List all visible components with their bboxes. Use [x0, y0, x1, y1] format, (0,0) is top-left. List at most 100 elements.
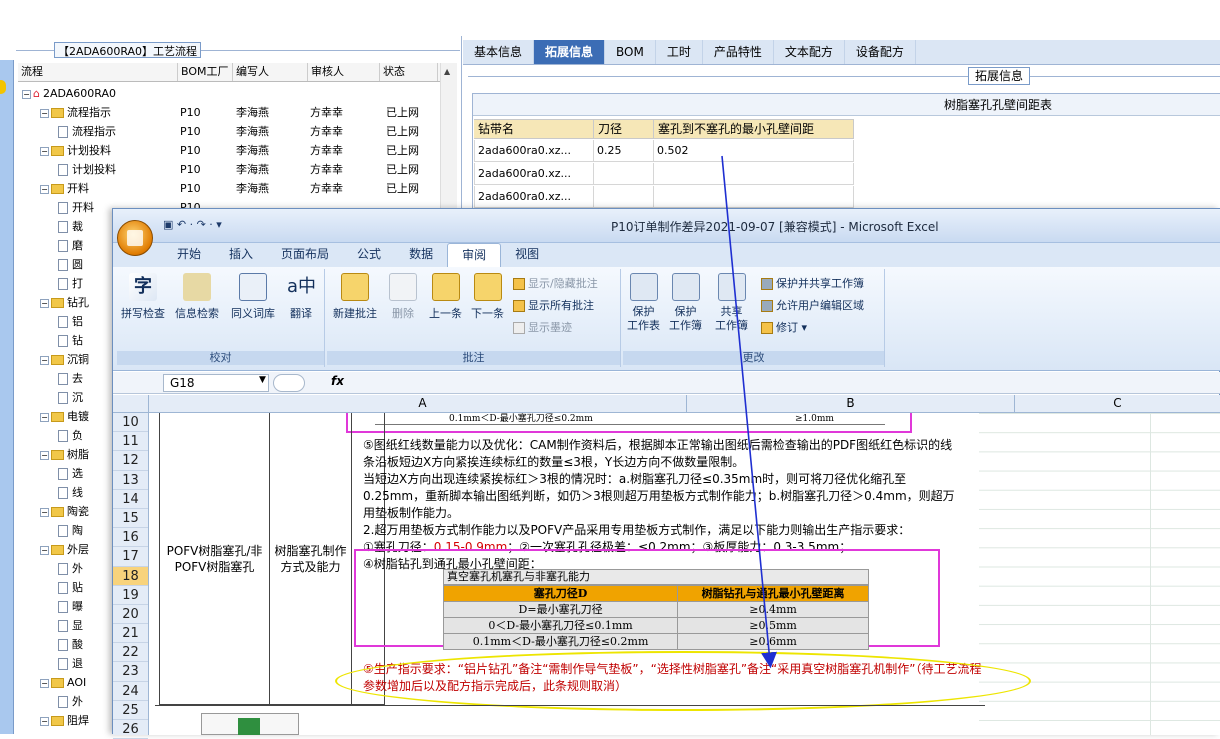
- cell-pofv[interactable]: POFV树脂塞孔/非POFV树脂塞孔: [160, 413, 270, 705]
- col-header-bom[interactable]: BOM工厂: [178, 63, 233, 81]
- grid-cell[interactable]: 2ada600ra0.xz...: [474, 163, 594, 185]
- col-header-writer[interactable]: 编写人: [233, 63, 308, 81]
- tree-row[interactable]: − 开料 P10 李海燕 方幸幸 已上网: [18, 179, 438, 198]
- row-header[interactable]: 20: [113, 605, 148, 625]
- tree-row[interactable]: − 流程指示 P10 李海燕 方幸幸 已上网: [18, 103, 438, 122]
- protect-workbook-button[interactable]: 保护 工作簿: [669, 273, 702, 333]
- tree-node[interactable]: − 流程指示: [40, 103, 111, 122]
- name-box[interactable]: G18: [163, 374, 269, 392]
- col-header-process[interactable]: 流程: [18, 63, 178, 81]
- left-dock-strip[interactable]: [0, 60, 14, 734]
- grid-col-diameter[interactable]: 刀径: [594, 119, 654, 139]
- tree-row[interactable]: − ⌂ 2ADA600RA0: [18, 84, 438, 103]
- spellcheck-button[interactable]: 字拼写检查: [121, 273, 165, 321]
- ribbon-tab-0[interactable]: 开始: [163, 243, 215, 267]
- tree-node[interactable]: − 阻焊: [40, 711, 89, 730]
- grid-row[interactable]: 2ada600ra0.xz... 0.25 0.502: [474, 140, 854, 162]
- delete-comment-button[interactable]: 删除: [389, 273, 417, 321]
- tab-6[interactable]: 设备配方: [845, 40, 916, 64]
- tree-node[interactable]: 沉: [58, 388, 83, 407]
- grid-cell[interactable]: 2ada600ra0.xz...: [474, 140, 594, 162]
- tree-node[interactable]: − 钻孔: [40, 293, 89, 312]
- row-header[interactable]: 17: [113, 547, 148, 567]
- tree-node[interactable]: 打: [58, 274, 83, 293]
- row-header[interactable]: 12: [113, 451, 148, 471]
- column-header-b[interactable]: B: [687, 395, 1015, 412]
- embedded-excel-icon[interactable]: [201, 713, 299, 735]
- show-all-comments-button[interactable]: 显示所有批注: [513, 297, 594, 313]
- tree-node[interactable]: 曝: [58, 597, 83, 616]
- tree-node[interactable]: − 树脂: [40, 445, 89, 464]
- tree-node[interactable]: 裁: [58, 217, 83, 236]
- tab-3[interactable]: 工时: [656, 40, 703, 64]
- previous-comment-button[interactable]: 上一条: [429, 273, 462, 321]
- toggle-comment-button[interactable]: 显示/隐藏批注: [513, 275, 598, 291]
- tree-node[interactable]: 负: [58, 426, 83, 445]
- tab-0[interactable]: 基本信息: [463, 40, 535, 64]
- expand-icon[interactable]: −: [40, 298, 49, 308]
- row-header[interactable]: 21: [113, 624, 148, 644]
- expand-icon[interactable]: −: [40, 545, 49, 555]
- worksheet[interactable]: 0.1mm＜D-最小塞孔刀径≤0.2mm ≥1.0mm POFV树脂塞孔/非POF…: [149, 413, 1220, 735]
- ribbon-tab-2[interactable]: 页面布局: [267, 243, 343, 267]
- grid-cell[interactable]: 0.502: [654, 140, 854, 162]
- ribbon-tab-1[interactable]: 插入: [215, 243, 267, 267]
- row-header[interactable]: 16: [113, 528, 148, 548]
- row-header[interactable]: 11: [113, 432, 148, 452]
- tree-node[interactable]: 显: [58, 616, 83, 635]
- name-box-dropdown-icon[interactable]: ▼: [259, 375, 266, 385]
- grid-cell[interactable]: [654, 186, 854, 208]
- tree-node[interactable]: 圆: [58, 255, 83, 274]
- thesaurus-button[interactable]: 同义词库: [231, 273, 275, 321]
- grid-cell[interactable]: [594, 163, 654, 185]
- tree-row[interactable]: − 计划投料 P10 李海燕 方幸幸 已上网: [18, 141, 438, 160]
- tree-node[interactable]: 流程指示: [58, 122, 116, 141]
- ribbon-tab-5[interactable]: 审阅: [447, 243, 502, 267]
- tree-node[interactable]: 线: [58, 483, 83, 502]
- expand-icon[interactable]: −: [40, 355, 49, 365]
- tree-node[interactable]: − AOI: [40, 673, 86, 692]
- col-header-reviewer[interactable]: 审核人: [308, 63, 380, 81]
- ribbon-tab-3[interactable]: 公式: [343, 243, 395, 267]
- expand-icon[interactable]: −: [40, 108, 49, 118]
- tree-node[interactable]: 贴: [58, 578, 83, 597]
- tree-node[interactable]: 计划投料: [58, 160, 116, 179]
- tree-node[interactable]: 铝: [58, 312, 83, 331]
- grid-col-drill[interactable]: 钻带名: [474, 119, 594, 139]
- tab-2[interactable]: BOM: [605, 40, 656, 64]
- next-comment-button[interactable]: 下一条: [471, 273, 504, 321]
- fx-icon[interactable]: fx: [331, 374, 344, 388]
- row-header[interactable]: 18: [113, 566, 148, 586]
- tree-node[interactable]: 磨: [58, 236, 83, 255]
- protect-share-button[interactable]: 保护并共享工作簿: [761, 275, 864, 291]
- tree-node[interactable]: 陶: [58, 521, 83, 540]
- protect-sheet-button[interactable]: 保护 工作表: [627, 273, 660, 333]
- scroll-up-icon[interactable]: ▲: [444, 67, 450, 76]
- tab-4[interactable]: 产品特性: [703, 40, 774, 64]
- tree-node[interactable]: − ⌂ 2ADA600RA0: [22, 84, 116, 103]
- office-button-icon[interactable]: [117, 220, 153, 256]
- tree-node[interactable]: 开料: [58, 198, 94, 217]
- row-header[interactable]: 26: [113, 720, 148, 739]
- grid-row[interactable]: 2ada600ra0.xz...: [474, 163, 854, 185]
- tree-node[interactable]: − 沉铜: [40, 350, 89, 369]
- tree-node[interactable]: 去: [58, 369, 83, 388]
- ribbon-tab-6[interactable]: 视图: [501, 243, 553, 267]
- expand-icon[interactable]: −: [40, 184, 49, 194]
- row-header[interactable]: 10: [113, 413, 148, 433]
- tab-1[interactable]: 拓展信息: [534, 40, 606, 64]
- expand-icon[interactable]: −: [40, 146, 49, 156]
- expand-icon[interactable]: −: [22, 89, 31, 99]
- tree-node[interactable]: − 开料: [40, 179, 89, 198]
- tree-node[interactable]: 退: [58, 654, 83, 673]
- grid-cell[interactable]: 0.25: [594, 140, 654, 162]
- tree-row[interactable]: 流程指示 P10 李海燕 方幸幸 已上网: [18, 122, 438, 141]
- expand-icon[interactable]: −: [40, 716, 49, 726]
- row-header[interactable]: 22: [113, 643, 148, 663]
- row-header[interactable]: 13: [113, 471, 148, 490]
- allow-edit-ranges-button[interactable]: 允许用户编辑区域: [761, 297, 864, 313]
- grid-col-spacing[interactable]: 塞孔到不塞孔的最小孔壁间距: [654, 119, 854, 139]
- tree-node[interactable]: − 电镀: [40, 407, 89, 426]
- tab-5[interactable]: 文本配方: [774, 40, 845, 64]
- grid-cell[interactable]: 2ada600ra0.xz...: [474, 186, 594, 208]
